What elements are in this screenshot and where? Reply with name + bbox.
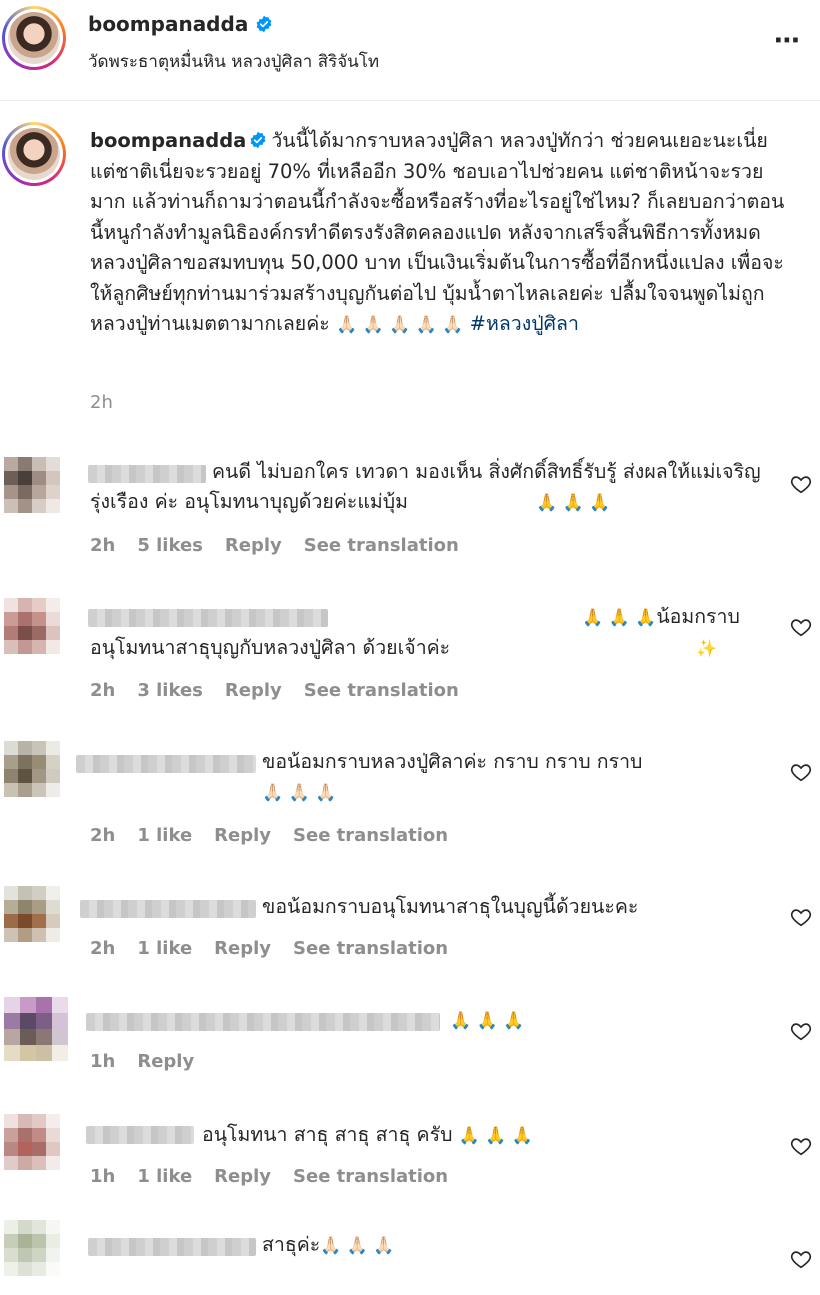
comment-text: ขอน้อมกราบอนุโมทนาสาธุในบุญนี้ด้วยนะคะ (262, 895, 639, 918)
profile-avatar[interactable] (2, 6, 66, 70)
heart-outline-icon[interactable] (790, 761, 812, 783)
comment-emojis: 🙏🏻 🙏🏻 🙏🏻 (320, 1236, 395, 1256)
commenter-avatar[interactable] (4, 886, 62, 944)
comment-item: สาธุค่ะ🙏🏻 🙏🏻 🙏🏻 (0, 1220, 820, 1295)
caption-emojis: 🙏🏻 🙏🏻 🙏🏻 🙏🏻 🙏🏻 (335, 315, 464, 335)
comment-emojis: 🙏 🙏 🙏 (536, 493, 611, 513)
commenter-avatar[interactable] (4, 1220, 62, 1278)
profile-photo (8, 12, 60, 64)
comment-likes[interactable]: 3 likes (137, 680, 203, 701)
caption-text: วันนี้ได้มากราบหลวงปู่ศิลา หลวงปู่ทักว่า… (90, 129, 785, 335)
more-dots-icon[interactable]: ⋯ (774, 26, 802, 56)
comment-item: อนุโมทนา สาธุ สาธุ สาธุ ครับ 🙏 🙏 🙏 1h 1 l… (0, 1110, 820, 1210)
post-username[interactable]: boompanadda (88, 12, 248, 36)
see-translation-button[interactable]: See translation (293, 825, 448, 846)
heart-outline-icon[interactable] (790, 906, 812, 928)
see-translation-button[interactable]: See translation (304, 680, 459, 701)
comment-body: สาธุค่ะ (262, 1233, 321, 1256)
heart-outline-icon[interactable] (790, 1135, 812, 1157)
verified-badge-icon (256, 15, 272, 33)
comment-meta: 2h 1 like Reply See translation (90, 825, 470, 846)
heart-outline-icon[interactable] (790, 1248, 812, 1270)
reply-button[interactable]: Reply (214, 938, 271, 959)
commenter-avatar[interactable] (4, 741, 62, 799)
comment-time[interactable]: 2h (90, 680, 115, 701)
comment-text: 🙏 🙏 🙏น้อมกราบอนุโมทนาสาธุบุญกับหลวงปู่ศิ… (90, 602, 780, 664)
comment-emojis: 🙏 🙏 🙏 (450, 1011, 525, 1031)
commenter-username-blurred[interactable] (86, 1013, 440, 1031)
see-translation-button[interactable]: See translation (293, 938, 448, 959)
commenter-avatar[interactable] (4, 598, 62, 656)
comment-item: คนดี ไม่บอกใคร เทวดา มองเห็น สิ่งศักดิ์ส… (0, 445, 820, 570)
see-translation-button[interactable]: See translation (304, 535, 459, 556)
comment-meta: 1h Reply (90, 1051, 216, 1072)
commenter-avatar[interactable] (4, 1114, 62, 1172)
comment-time[interactable]: 2h (90, 938, 115, 959)
comment-text: ขอน้อมกราบหลวงปู่ศิลาค่ะ กราบ กราบ กราบ … (90, 747, 760, 808)
comment-item: 🙏 🙏 🙏 1h Reply (0, 995, 820, 1095)
commenter-avatar[interactable] (4, 997, 70, 1063)
reply-button[interactable]: Reply (225, 535, 282, 556)
commenter-username-blurred[interactable] (86, 1126, 194, 1144)
caption-timestamp[interactable]: 2h (90, 392, 113, 413)
caption-avatar[interactable] (2, 122, 66, 186)
post-header: boompanadda วัดพระธาตุหมื่นหิน หลวงปู่ศิ… (0, 0, 820, 101)
commenter-username-blurred[interactable] (80, 900, 256, 918)
comment-text: อนุโมทนา สาธุ สาธุ สาธุ ครับ 🙏 🙏 🙏 (202, 1120, 762, 1151)
reply-button[interactable]: Reply (137, 1051, 194, 1072)
verified-badge-icon (250, 131, 266, 149)
caption-username[interactable]: boompanadda (90, 129, 246, 152)
comment-text: สาธุค่ะ🙏🏻 🙏🏻 🙏🏻 (262, 1230, 662, 1261)
comment-time[interactable]: 1h (90, 1051, 115, 1072)
sparkles-emoji: ✨ (696, 639, 718, 659)
comment-likes[interactable]: 1 like (137, 938, 192, 959)
comment-emojis: 🙏 🙏 🙏 (458, 1126, 533, 1146)
comment-likes[interactable]: 5 likes (137, 535, 203, 556)
post-caption: boompanadda วันนี้ได้มากราบหลวงปู่ศิลา หล… (90, 126, 790, 341)
post-location[interactable]: วัดพระธาตุหมื่นหิน หลวงปู่ศิลา สิริจันโท (88, 48, 379, 75)
comment-meta: 1h 1 like Reply See translation (90, 1166, 470, 1187)
heart-outline-icon[interactable] (790, 473, 812, 495)
heart-outline-icon[interactable] (790, 1020, 812, 1042)
see-translation-button[interactable]: See translation (293, 1166, 448, 1187)
comment-item: ขอน้อมกราบหลวงปู่ศิลาค่ะ กราบ กราบ กราบ … (0, 735, 820, 860)
comment-meta: 2h 5 likes Reply See translation (90, 535, 481, 556)
comment-item: ขอน้อมกราบอนุโมทนาสาธุในบุญนี้ด้วยนะคะ 2… (0, 880, 820, 980)
comment-emojis: 🙏 🙏 🙏 (582, 608, 657, 628)
comment-likes[interactable]: 1 like (137, 825, 192, 846)
comment-meta: 2h 1 like Reply See translation (90, 938, 470, 959)
reply-button[interactable]: Reply (214, 1166, 271, 1187)
commenter-avatar[interactable] (4, 457, 62, 515)
comment-emojis: 🙏🏻 🙏🏻 🙏🏻 (262, 783, 337, 803)
comment-item: 🙏 🙏 🙏น้อมกราบอนุโมทนาสาธุบุญกับหลวงปู่ศิ… (0, 590, 820, 715)
comment-body: ขอน้อมกราบหลวงปู่ศิลาค่ะ กราบ กราบ กราบ (262, 750, 643, 773)
commenter-username-blurred[interactable] (88, 1238, 256, 1256)
comment-text: 🙏 🙏 🙏 (450, 1005, 750, 1036)
caption-photo (8, 128, 60, 180)
comment-time[interactable]: 2h (90, 825, 115, 846)
comment-text: คนดี ไม่บอกใคร เทวดา มองเห็น สิ่งศักดิ์ส… (90, 457, 780, 518)
caption-hashtag[interactable]: #หลวงปู่ศิลา (470, 312, 579, 335)
comment-body: อนุโมทนา สาธุ สาธุ สาธุ ครับ (202, 1123, 453, 1146)
comment-likes[interactable]: 1 like (137, 1166, 192, 1187)
reply-button[interactable]: Reply (225, 680, 282, 701)
reply-button[interactable]: Reply (214, 825, 271, 846)
heart-outline-icon[interactable] (790, 616, 812, 638)
comment-time[interactable]: 1h (90, 1166, 115, 1187)
comment-meta: 2h 3 likes Reply See translation (90, 680, 481, 701)
comment-time[interactable]: 2h (90, 535, 115, 556)
